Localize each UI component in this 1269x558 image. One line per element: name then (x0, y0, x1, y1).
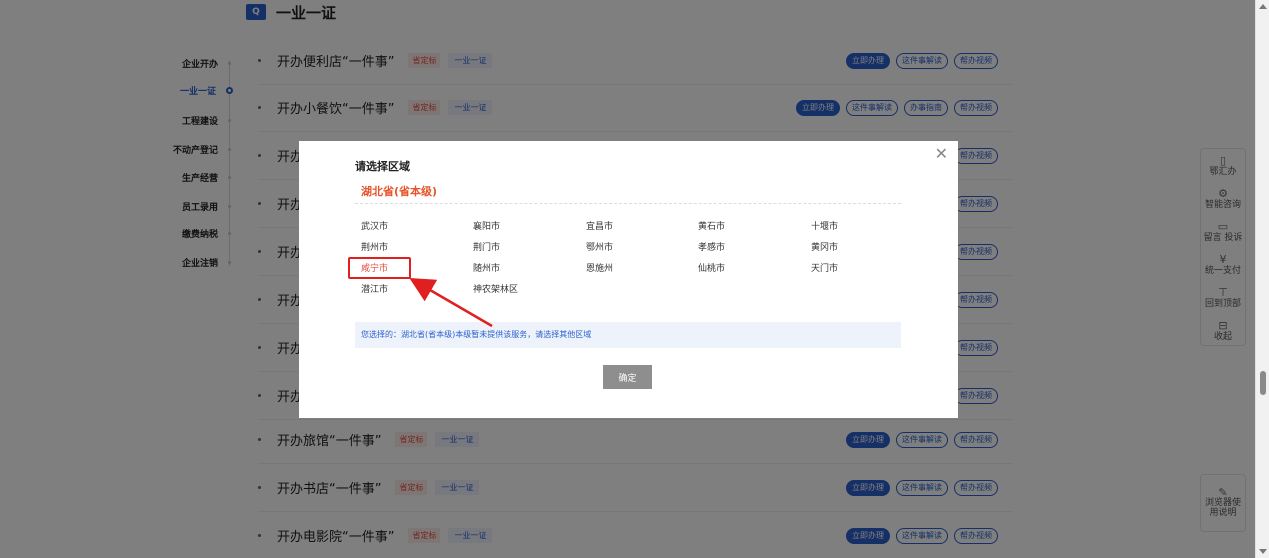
city-option[interactable]: 潜江市 (361, 282, 388, 295)
city-option[interactable]: 黄冈市 (811, 240, 838, 253)
city-option[interactable]: 神农架林区 (473, 282, 518, 295)
city-option[interactable]: 鄂州市 (586, 240, 613, 253)
city-option[interactable]: 荆门市 (473, 240, 500, 253)
selected-city-highlight (348, 257, 411, 279)
close-icon[interactable]: ✕ (935, 145, 948, 163)
confirm-button[interactable]: 确定 (603, 365, 652, 389)
city-option[interactable]: 武汉市 (361, 219, 388, 232)
city-option[interactable]: 随州市 (473, 261, 500, 274)
notice-message: 您选择的：湖北省(省本级)本级暂未提供该服务，请选择其他区域 (355, 322, 901, 348)
scrollbar[interactable] (1255, 0, 1269, 558)
scroll-up-icon[interactable] (1259, 4, 1267, 9)
city-option[interactable]: 黄石市 (698, 219, 725, 232)
city-option[interactable]: 恩施州 (586, 261, 613, 274)
scroll-down-icon[interactable] (1259, 549, 1267, 554)
divider (355, 203, 901, 204)
city-option[interactable]: 天门市 (811, 261, 838, 274)
province-option[interactable]: 湖北省(省本级) (361, 183, 437, 199)
city-option[interactable]: 孝感市 (698, 240, 725, 253)
modal-title: 请选择区域 (355, 160, 410, 173)
region-modal: ✕ 请选择区域 湖北省(省本级) 武汉市 襄阳市 宜昌市 黄石市 十堰市荆州市 荆门市 鄂州… (299, 141, 958, 418)
city-option[interactable]: 荆州市 (361, 240, 388, 253)
scroll-thumb[interactable] (1260, 371, 1266, 395)
city-option[interactable]: 宜昌市 (586, 219, 613, 232)
city-option[interactable]: 十堰市 (811, 219, 838, 232)
city-option[interactable]: 襄阳市 (473, 219, 500, 232)
city-option[interactable]: 仙桃市 (698, 261, 725, 274)
